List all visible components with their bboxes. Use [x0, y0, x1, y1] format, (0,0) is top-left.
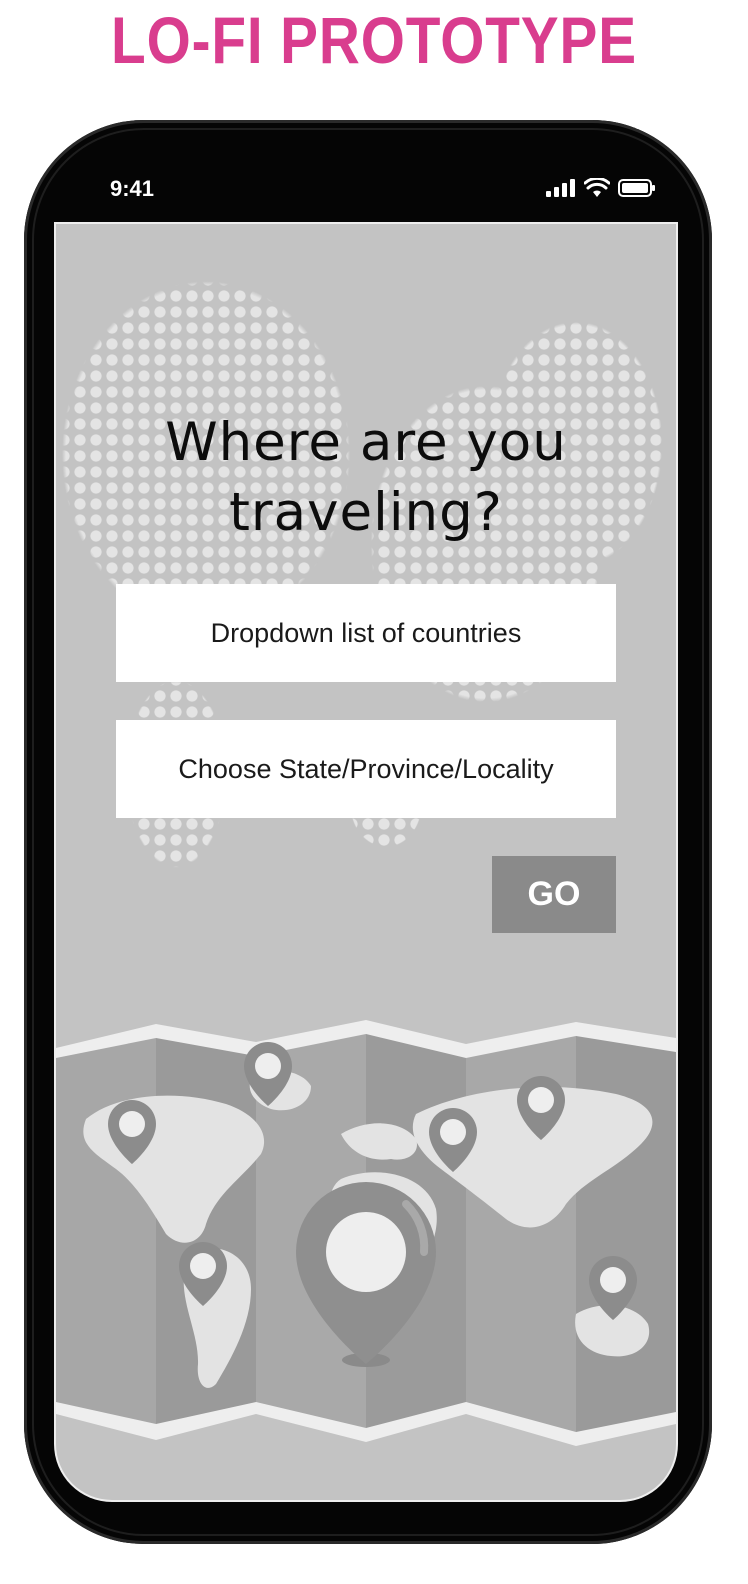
- battery-icon: [618, 179, 655, 197]
- page-title: LO-FI PROTOTYPE: [111, 3, 637, 77]
- status-icons: [546, 178, 656, 198]
- status-time: 9:41: [110, 176, 155, 201]
- folded-world-map-illustration: [56, 1020, 676, 1446]
- headline-line-1: Where are you: [165, 412, 567, 473]
- screen-headline: Where are you traveling?: [56, 408, 676, 548]
- phone-frame: 9:41 Where are you traveling? Dropdown l…: [24, 120, 712, 1544]
- country-dropdown[interactable]: Dropdown list of countries: [116, 584, 616, 682]
- locality-dropdown[interactable]: Choose State/Province/Locality: [116, 720, 616, 818]
- headline-line-2: traveling?: [229, 482, 503, 543]
- app-screen: Where are you traveling? Dropdown list o…: [56, 224, 676, 1500]
- go-button[interactable]: GO: [492, 856, 616, 933]
- signal-icon: [546, 179, 575, 197]
- wifi-icon: [584, 178, 610, 197]
